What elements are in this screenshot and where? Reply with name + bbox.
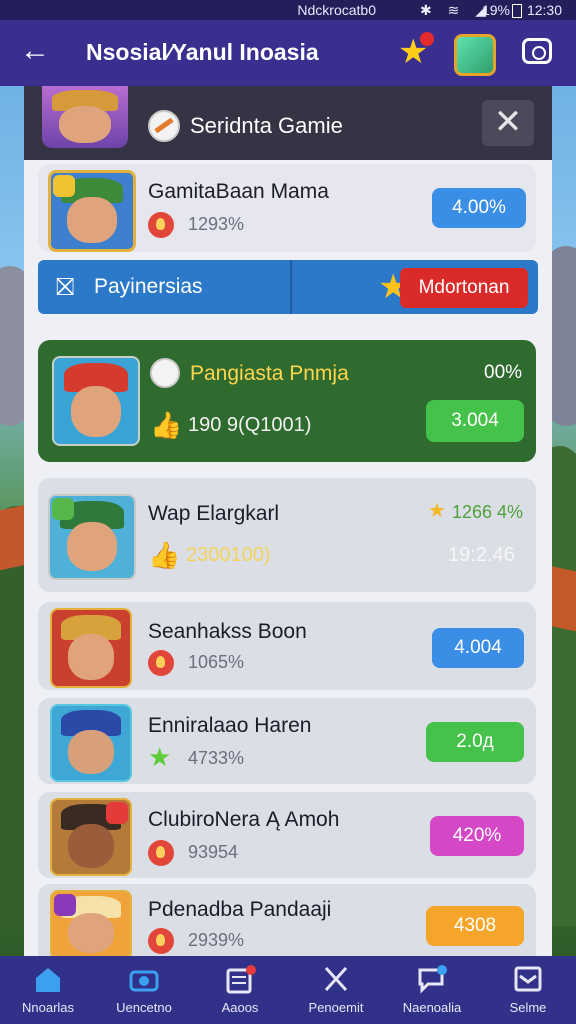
baseball-icon (150, 358, 180, 388)
star-notification-icon[interactable]: ★ (398, 32, 435, 70)
game-header: Seridnta Gamie ✕ (24, 86, 552, 160)
action-button[interactable]: 3.004 (426, 400, 524, 442)
bottom-navigation: Nnoarlas Uencetno Aaoos Penoemit Naenoal… (0, 956, 576, 1024)
battery-icon (512, 4, 522, 18)
tools-icon (324, 966, 348, 992)
payment-label: Payinersias (94, 275, 203, 298)
player-name: Pdenadba Pandaaji (148, 898, 332, 921)
player-stat: 93954 (188, 842, 239, 862)
list-item[interactable]: Wap Elargkarl ★ 1266 4% 👍 2300100) 19:2.… (38, 478, 536, 592)
nav-label: Penoemit (308, 1000, 364, 1015)
inbox-icon (514, 966, 542, 992)
action-button[interactable]: 4.004 (432, 628, 524, 668)
nav-label: Uencetno (116, 1000, 172, 1015)
avatar-face (67, 197, 117, 243)
player-avatar (52, 356, 140, 446)
player-avatar (48, 494, 136, 580)
trophy-icon (148, 928, 174, 954)
status-bar: Ndckrocatb0 ✱ ≋ ◢ 19% 12:30 (0, 0, 576, 20)
avatar-face (67, 729, 115, 775)
player-stat: 1065% (188, 652, 245, 672)
app-bar: ← Nsosial∕Yanul Inoasia ★ (0, 20, 576, 86)
nav-item-inbox[interactable]: Selme (480, 956, 576, 1024)
player-avatar (50, 798, 132, 876)
avatar-face (67, 823, 115, 869)
nav-item-tools[interactable]: Penoemit (288, 956, 384, 1024)
list-item[interactable]: Pdenadba Pandaaji 2939% 4308 (38, 884, 536, 960)
percent-label: 00% (484, 362, 523, 383)
list-item[interactable]: ClubiroNera Ą Amoh 93954 420% (38, 792, 536, 878)
player-name: GamitaBaan Mama (148, 180, 329, 203)
player-avatar (48, 170, 136, 252)
player-avatar (50, 890, 132, 960)
thumbs-up-icon: 👍 (150, 410, 183, 440)
status-carrier: Ndckrocatb0 (297, 2, 376, 18)
level-badge (52, 498, 74, 520)
payment-button[interactable]: Mdortonan (400, 268, 528, 308)
player-name: ClubiroNera Ą Amoh (148, 808, 340, 831)
nav-label: Nnoarlas (21, 1000, 75, 1015)
header-avatar (42, 86, 128, 148)
avatar-face (66, 522, 118, 572)
action-button[interactable]: 2.0д (426, 722, 524, 762)
status-time: 12:30 (526, 2, 562, 18)
payment-bar: ⛝ Payinersias ★ Mdortonan (38, 260, 538, 314)
news-icon (226, 965, 256, 994)
featured-list-item[interactable]: Pangiasta Pnmja 00% 👍 190 9(Q1001) 3.004 (38, 340, 536, 462)
camera-icon (129, 970, 159, 992)
player-stat: 1293% (188, 214, 245, 234)
player-stat: 4733% (188, 748, 245, 768)
payment-icon: ⛝ (56, 274, 75, 301)
nav-label: Selme (509, 1000, 547, 1015)
avatar-face (59, 105, 111, 144)
trophy-icon (148, 212, 174, 238)
screenshot-camera-icon[interactable] (522, 38, 552, 64)
star-icon: ★ (428, 500, 446, 522)
nav-label: Aaoos (221, 1000, 259, 1015)
player-name: Seanhakss Boon (148, 620, 307, 643)
action-button[interactable]: 4.00% (432, 188, 526, 228)
notification-dot (420, 32, 435, 46)
player-stat: 190 9(Q1001) (188, 414, 312, 436)
action-button[interactable]: 420% (430, 816, 524, 856)
list-item[interactable]: Enniralaao Haren ★ 4733% 2.0д (38, 698, 536, 784)
nav-label: Naenoalia (402, 1000, 462, 1015)
player-stat: 2300100) (186, 544, 271, 566)
level-badge (106, 802, 128, 824)
app-title: Nsosial∕Yanul Inoasia (86, 39, 319, 65)
baseball-icon (148, 110, 180, 142)
header-title: Seridnta Gamie (190, 113, 343, 138)
player-name: Enniralaao Haren (148, 714, 312, 737)
close-icon[interactable]: ✕ (482, 100, 534, 146)
player-name: Wap Elargkarl (148, 502, 280, 525)
player-avatar (50, 608, 132, 688)
player-name: Pangiasta Pnmja (190, 362, 349, 385)
battery-percent: 19% (481, 2, 510, 18)
time-label: 19:2.46 (448, 544, 515, 566)
level-badge (53, 175, 75, 197)
trophy-icon (148, 650, 174, 676)
divider (290, 260, 292, 314)
nav-item-home[interactable]: Nnoarlas (0, 956, 96, 1024)
trophy-icon (148, 840, 174, 866)
chat-icon (418, 965, 447, 994)
nav-item-news[interactable]: Aaoos (192, 956, 288, 1024)
nav-item-camera[interactable]: Uencetno (96, 956, 192, 1024)
thumbs-up-icon: 👍 (148, 540, 181, 570)
home-icon (36, 968, 60, 992)
nav-item-chat[interactable]: Naenoalia (384, 956, 480, 1024)
back-arrow-icon[interactable]: ← (20, 34, 50, 68)
rating-label: 1266 4% (452, 502, 524, 522)
player-stat: 2939% (188, 930, 245, 950)
avatar-face (70, 385, 122, 438)
player-avatar (50, 704, 132, 782)
gem-icon[interactable] (454, 34, 496, 76)
star-icon: ★ (148, 742, 172, 772)
action-button[interactable]: 4308 (426, 906, 524, 946)
avatar-face (67, 634, 115, 680)
level-badge (54, 894, 76, 916)
list-item[interactable]: Seanhakss Boon 1065% 4.004 (38, 602, 536, 690)
avatar-face (67, 913, 115, 953)
list-item[interactable]: GamitaBaan Mama 1293% 4.00% (38, 164, 536, 252)
